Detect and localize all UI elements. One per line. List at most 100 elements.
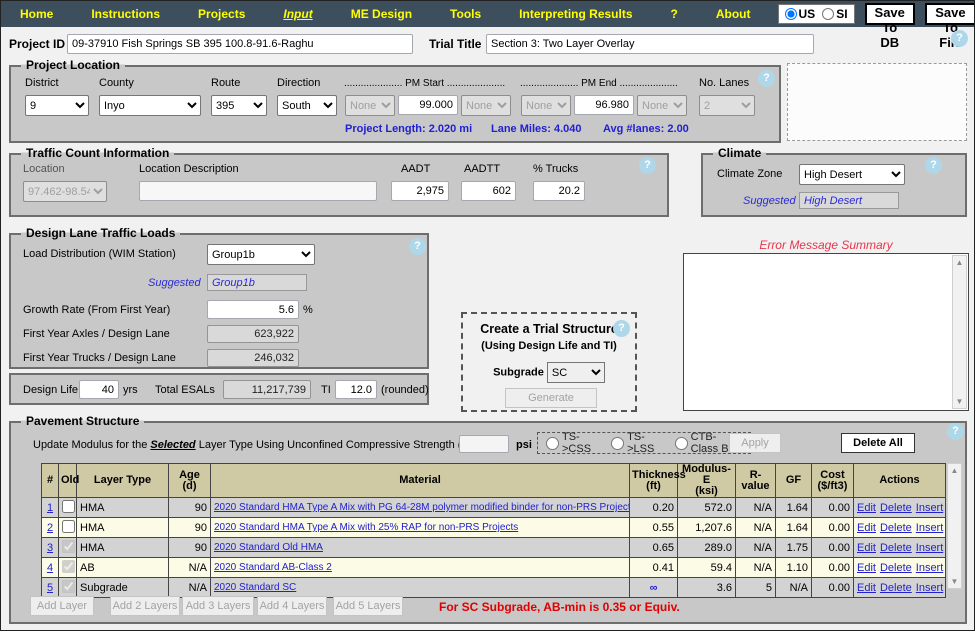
- scroll-up-icon[interactable]: ▲: [953, 258, 966, 267]
- us-radio[interactable]: [784, 8, 797, 20]
- generate-button[interactable]: Generate: [505, 388, 597, 408]
- insert-link[interactable]: Insert: [916, 502, 944, 514]
- direction-label: Direction: [277, 77, 321, 89]
- delete-link[interactable]: Delete: [880, 502, 912, 514]
- wim-suggested-label: Suggested: [148, 277, 201, 289]
- si-radio[interactable]: [822, 8, 835, 20]
- edit-link[interactable]: Edit: [857, 542, 876, 554]
- ts-lss-radio[interactable]: [611, 436, 625, 450]
- nav-input[interactable]: Input: [264, 7, 331, 21]
- ctb-class-b-radio[interactable]: [674, 436, 688, 450]
- delete-link[interactable]: Delete: [880, 582, 912, 594]
- layer-number-link[interactable]: 2: [47, 522, 53, 534]
- climate-zone-select[interactable]: High Desert: [799, 164, 905, 185]
- edit-link[interactable]: Edit: [857, 502, 876, 514]
- material-link[interactable]: 2020 Standard HMA Type A Mix with PG 64-…: [214, 502, 629, 513]
- edit-link[interactable]: Edit: [857, 522, 876, 534]
- layer-number-link[interactable]: 5: [47, 582, 53, 594]
- save-to-db-button[interactable]: Save To DB: [864, 3, 915, 50]
- insert-link[interactable]: Insert: [916, 542, 944, 554]
- material-link[interactable]: 2020 Standard SC: [214, 582, 626, 593]
- old-layer-checkbox[interactable]: [62, 539, 75, 553]
- add-5-layers-button[interactable]: Add 5 Layers: [333, 596, 403, 616]
- us-radio-option[interactable]: US: [784, 7, 815, 21]
- scroll-up-icon[interactable]: ▲: [948, 466, 961, 475]
- material-link[interactable]: 2020 Standard AB-Class 2: [214, 562, 626, 573]
- climate-help-icon[interactable]: ?: [925, 157, 942, 174]
- error-summary-scrollbar[interactable]: ▲ ▼: [952, 255, 967, 409]
- add-2-layers-button[interactable]: Add 2 Layers: [110, 596, 180, 616]
- save-to-file-button[interactable]: Save To File: [924, 3, 974, 50]
- ts-css-radio[interactable]: [546, 436, 559, 450]
- route-select[interactable]: 395: [211, 95, 267, 116]
- gf-cell: N/A: [775, 577, 812, 598]
- apply-button[interactable]: Apply: [729, 433, 781, 453]
- delete-link[interactable]: Delete: [880, 522, 912, 534]
- pm-start-input[interactable]: [398, 95, 458, 115]
- page-help-icon[interactable]: ?: [951, 30, 968, 47]
- location-description-input[interactable]: [139, 181, 377, 201]
- layer-number-link[interactable]: 1: [47, 502, 53, 514]
- delete-link[interactable]: Delete: [880, 542, 912, 554]
- design-life-input[interactable]: [79, 380, 119, 399]
- add-layer-button[interactable]: Add Layer: [30, 596, 94, 616]
- scroll-down-icon[interactable]: ▼: [948, 577, 961, 586]
- nav-me-design[interactable]: ME Design: [332, 7, 431, 21]
- edit-link[interactable]: Edit: [857, 582, 876, 594]
- nav-home[interactable]: Home: [1, 7, 72, 21]
- nav-instructions[interactable]: Instructions: [72, 7, 179, 21]
- si-radio-option[interactable]: SI: [822, 7, 848, 21]
- growth-rate-input[interactable]: [207, 300, 299, 319]
- traffic-loads-help-icon[interactable]: ?: [409, 238, 426, 255]
- ti-input[interactable]: [335, 380, 377, 399]
- climate-suggested-value: High Desert: [799, 192, 899, 209]
- ts-lss-option[interactable]: TS->LSS: [611, 431, 663, 455]
- delete-link[interactable]: Delete: [880, 562, 912, 574]
- insert-link[interactable]: Insert: [916, 522, 944, 534]
- delete-all-button[interactable]: Delete All: [841, 433, 915, 453]
- add-4-layers-button[interactable]: Add 4 Layers: [257, 596, 327, 616]
- layer-number-link[interactable]: 4: [47, 562, 53, 574]
- aadtt-input[interactable]: [461, 181, 516, 201]
- layer-number-link[interactable]: 3: [47, 542, 53, 554]
- direction-select[interactable]: South: [277, 95, 337, 116]
- old-layer-checkbox[interactable]: [62, 499, 75, 513]
- trial-structure-help-icon[interactable]: ?: [613, 320, 630, 337]
- traffic-count-help-icon[interactable]: ?: [639, 157, 656, 174]
- old-layer-checkbox[interactable]: [62, 579, 75, 593]
- table-scrollbar[interactable]: ▲ ▼: [947, 463, 962, 589]
- subgrade-select[interactable]: SC: [546, 362, 605, 383]
- scroll-down-icon[interactable]: ▼: [953, 397, 966, 406]
- nav-projects[interactable]: Projects: [179, 7, 264, 21]
- project-location-help-icon[interactable]: ?: [758, 70, 775, 87]
- old-layer-checkbox[interactable]: [62, 559, 75, 573]
- edit-link[interactable]: Edit: [857, 562, 876, 574]
- old-layer-checkbox[interactable]: [62, 519, 75, 533]
- material-link[interactable]: 2020 Standard Old HMA: [214, 542, 626, 553]
- insert-link[interactable]: Insert: [916, 582, 944, 594]
- add-3-layers-button[interactable]: Add 3 Layers: [182, 596, 254, 616]
- pm-end-input[interactable]: [574, 95, 634, 115]
- nav-tools[interactable]: Tools: [431, 7, 500, 21]
- material-link[interactable]: 2020 Standard HMA Type A Mix with 25% RA…: [214, 522, 626, 533]
- pct-trucks-input[interactable]: [533, 181, 585, 201]
- county-select[interactable]: Inyo: [99, 95, 201, 116]
- pavement-help-icon[interactable]: ?: [947, 423, 964, 440]
- aadt-label: AADT: [401, 163, 431, 175]
- ts-css-option[interactable]: TS->CSS: [546, 431, 599, 455]
- trial-title-input[interactable]: [486, 34, 814, 54]
- nav-interpreting-results[interactable]: Interpreting Results: [500, 7, 651, 21]
- layer-row-2: 2 HMA 90 2020 Standard HMA Type A Mix wi…: [41, 517, 946, 538]
- project-id-input[interactable]: [67, 34, 413, 54]
- district-select[interactable]: 9: [25, 95, 89, 116]
- ucs-input[interactable]: [459, 435, 509, 453]
- traffic-loads-legend: Design Lane Traffic Loads: [21, 226, 181, 240]
- wim-select[interactable]: Group1b: [207, 244, 315, 265]
- aadt-input[interactable]: [391, 181, 449, 201]
- pm-end-prefix-select: None: [521, 95, 571, 116]
- insert-link[interactable]: Insert: [916, 562, 944, 574]
- county-label: County: [99, 77, 134, 89]
- nav-about[interactable]: About: [697, 7, 770, 21]
- cost-cell: 0.00: [811, 537, 854, 558]
- nav-help[interactable]: ?: [652, 7, 697, 21]
